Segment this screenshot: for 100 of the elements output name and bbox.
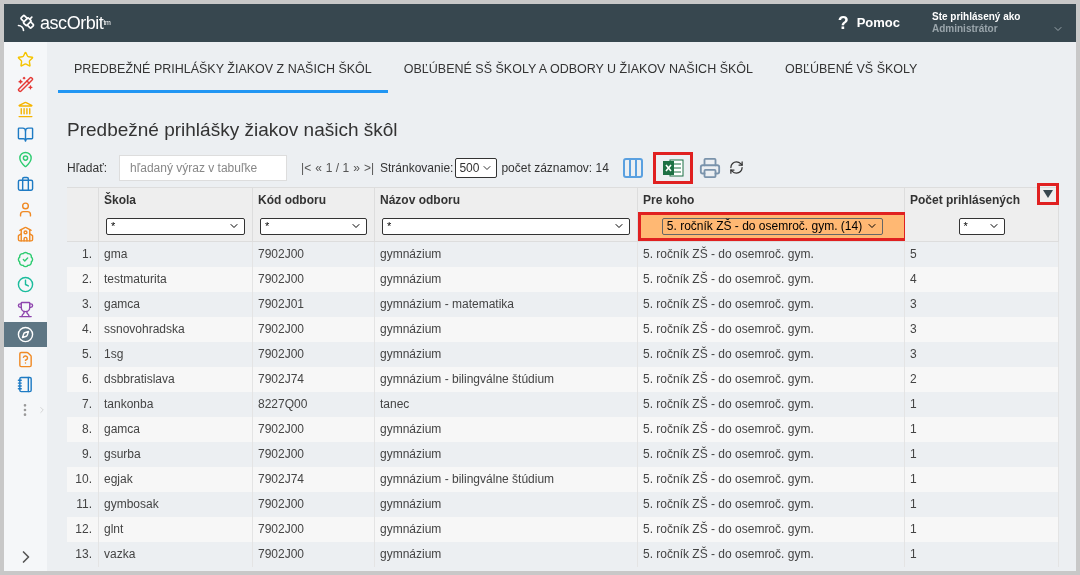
- table-cell: 7902J00: [253, 541, 375, 567]
- row-number: 13.: [67, 541, 99, 567]
- table-cell: 5. ročník ZŠ - do osemroč. gym.: [638, 541, 905, 567]
- table-cell: 5: [905, 241, 1059, 267]
- record-count: počet záznamov: 14: [501, 159, 609, 177]
- tab[interactable]: OBĽÚBENÉ SŠ ŠKOLY A ODBORY U ŽIAKOV NAŠICH ŠKÔL: [387, 48, 769, 93]
- row-number: 9.: [67, 441, 99, 467]
- table-cell: tankonba: [99, 391, 253, 417]
- page-title: Predbežné prihlášky žiakov našich škôl: [67, 118, 399, 142]
- table-cell: gymnázium - matematika: [375, 291, 638, 317]
- dropdown-triangle-icon: [1043, 189, 1053, 198]
- table-cell: 7902J74: [253, 366, 375, 392]
- print-icon[interactable]: [698, 156, 721, 179]
- table-cell: 8227Q00: [253, 391, 375, 417]
- table-cell: 5. ročník ZŠ - do osemroč. gym.: [638, 491, 905, 517]
- table-cell: 1: [905, 391, 1059, 417]
- row-number: 11.: [67, 491, 99, 517]
- column-header[interactable]: Kód odboru: [253, 187, 375, 212]
- table-menu-button[interactable]: [1037, 182, 1059, 205]
- row-number: 10.: [67, 466, 99, 492]
- table-cell: 3: [905, 316, 1059, 342]
- logo[interactable]: ascOrbit$^{tm}$: [40, 9, 111, 37]
- row-number: 3.: [67, 291, 99, 317]
- table-cell: 5. ročník ZŠ - do osemroč. gym.: [638, 341, 905, 367]
- table-cell: gymbosak: [99, 491, 253, 517]
- compass-icon: [17, 326, 34, 343]
- table-cell: 1: [905, 491, 1059, 517]
- table-cell: 2: [905, 366, 1059, 392]
- person-icon: [17, 201, 34, 218]
- table-cell: 7902J01: [253, 291, 375, 317]
- table-cell: 7902J00: [253, 266, 375, 292]
- row-number: 12.: [67, 516, 99, 542]
- refresh-icon[interactable]: [728, 160, 744, 175]
- table-cell: testmaturita: [99, 266, 253, 292]
- pager-link[interactable]: »: [353, 158, 360, 177]
- table-cell: gymnázium: [375, 541, 638, 567]
- table-cell: 1: [905, 441, 1059, 467]
- column-header[interactable]: Škola: [99, 187, 253, 212]
- filter-select[interactable]: *: [382, 217, 630, 235]
- table-cell: 5. ročník ZŠ - do osemroč. gym.: [638, 266, 905, 292]
- book-icon: [17, 126, 34, 143]
- row-number: 1.: [67, 241, 99, 267]
- notebook-icon: [17, 376, 34, 393]
- pager-link[interactable]: «: [315, 158, 322, 177]
- table-cell: gymnázium: [375, 441, 638, 467]
- trophy-icon: [17, 301, 34, 318]
- table-cell: gymnázium: [375, 241, 638, 267]
- filter-select[interactable]: *: [958, 217, 1005, 235]
- table-cell: 5. ročník ZŠ - do osemroč. gym.: [638, 441, 905, 467]
- table-cell: gsurba: [99, 441, 253, 467]
- table-cell: 4: [905, 266, 1059, 292]
- badge-icon: [17, 251, 34, 268]
- table-cell: egjak: [99, 466, 253, 492]
- table-cell: 5. ročník ZŠ - do osemroč. gym.: [638, 416, 905, 442]
- table-cell: 5. ročník ZŠ - do osemroč. gym.: [638, 516, 905, 542]
- table-cell: 7902J00: [253, 516, 375, 542]
- page-indicator: 1 / 1: [325, 159, 350, 177]
- table-cell: dsbbratislava: [99, 366, 253, 392]
- table-cell: 7902J00: [253, 491, 375, 517]
- column-header[interactable]: Pre koho: [638, 187, 905, 212]
- satellite-logo-icon: [16, 13, 36, 33]
- table-cell: gymnázium - bilingválne štúdium: [375, 366, 638, 392]
- table-cell: gymnázium: [375, 341, 638, 367]
- table-cell: 5. ročník ZŠ - do osemroč. gym.: [638, 466, 905, 492]
- table-cell: 1: [905, 541, 1059, 567]
- search-field[interactable]: hľadaný výraz v tabuľke: [119, 154, 288, 181]
- table-cell: 7902J00: [253, 316, 375, 342]
- help-link[interactable]: Pomoc: [856, 13, 900, 33]
- row-number: 5.: [67, 341, 99, 367]
- excel-export-button[interactable]: [652, 151, 693, 184]
- table-cell: 5. ročník ZŠ - do osemroč. gym.: [638, 316, 905, 342]
- table-cell: 5. ročník ZŠ - do osemroč. gym.: [638, 291, 905, 317]
- magic-wand-icon: [17, 76, 34, 93]
- user-label: Ste prihlásený ako: [932, 10, 1022, 23]
- table-cell: 5. ročník ZŠ - do osemroč. gym.: [638, 241, 905, 267]
- tab[interactable]: OBĽÚBENÉ VŠ ŠKOLY: [769, 48, 934, 93]
- pager-link[interactable]: |<: [301, 158, 312, 177]
- table-cell: gymnázium - bilingválne štúdium: [375, 466, 638, 492]
- table-cell: gamca: [99, 416, 253, 442]
- filter-select[interactable]: *: [106, 217, 245, 235]
- bank-icon: [17, 101, 34, 118]
- table-cell: 1: [905, 466, 1059, 492]
- table-cell: 1sg: [99, 341, 253, 367]
- table-cell: vazka: [99, 541, 253, 567]
- pager-link[interactable]: >|: [363, 158, 374, 177]
- user-name[interactable]: Administrátor: [932, 23, 1052, 36]
- tab[interactable]: PREDBEŽNÉ PRIHLÁŠKY ŽIAKOV Z NAŠICH ŠKÔL: [58, 48, 388, 93]
- help-icon[interactable]: ?: [837, 9, 849, 37]
- table-cell: gymnázium: [375, 266, 638, 292]
- filter-select[interactable]: 5. ročník ZŠ - do osemroč. gym. (14): [661, 217, 884, 235]
- columns-icon[interactable]: [620, 155, 645, 180]
- paging-select[interactable]: 500: [455, 157, 498, 178]
- column-header[interactable]: Názov odboru: [375, 187, 638, 212]
- sidebar-item[interactable]: [4, 322, 47, 347]
- table-cell: gymnázium: [375, 516, 638, 542]
- filter-select[interactable]: *: [260, 217, 367, 235]
- row-number: 8.: [67, 416, 99, 442]
- table-cell: gamca: [99, 291, 253, 317]
- clock-icon: [17, 276, 34, 293]
- row-number: 7.: [67, 391, 99, 417]
